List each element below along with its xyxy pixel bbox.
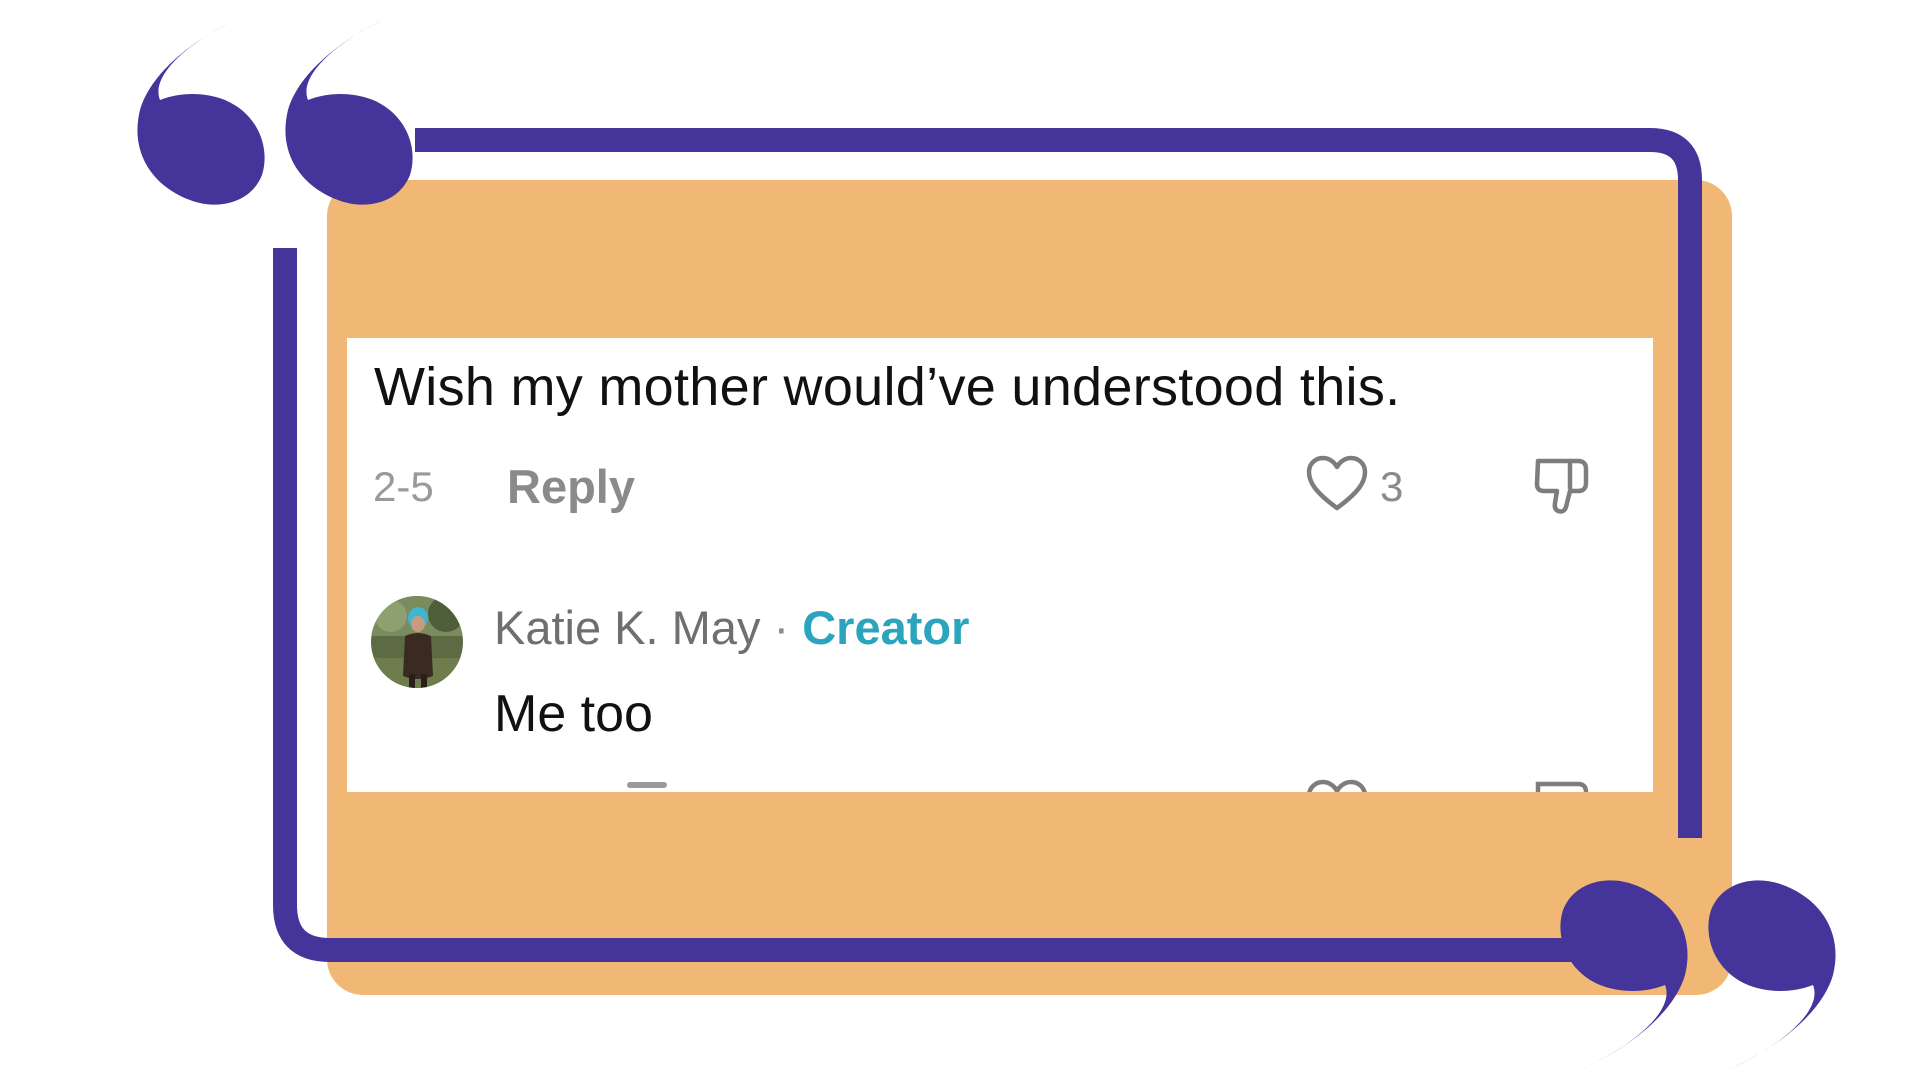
reply-author-name[interactable]: Katie K. May xyxy=(494,601,760,654)
creator-badge: Creator xyxy=(802,601,970,654)
comment-text: Wish my mother would’ve understood this. xyxy=(374,357,1401,417)
avatar[interactable] xyxy=(371,596,463,688)
reply-comment-text: Me too xyxy=(494,685,653,743)
open-quote-icon xyxy=(137,15,413,205)
close-quote-icon xyxy=(1560,880,1836,1070)
reply-button[interactable]: Reply xyxy=(507,459,635,514)
comment-date: 2-5 xyxy=(373,463,434,510)
reply-author-line: Katie K. May · Creator xyxy=(494,600,969,655)
heart-icon[interactable] xyxy=(1305,454,1369,514)
thumbs-down-icon[interactable] xyxy=(1532,455,1592,517)
like-count: 3 xyxy=(1380,463,1404,510)
quote-graphic: Wish my mother would’ve understood this.… xyxy=(0,0,1920,1080)
heart-icon-cropped xyxy=(1307,779,1367,792)
separator-dot: · xyxy=(773,601,790,654)
comment-screenshot: Wish my mother would’ve understood this.… xyxy=(347,338,1653,792)
reply-button-cropped xyxy=(627,782,667,788)
thumbs-down-icon-cropped xyxy=(1535,781,1589,792)
